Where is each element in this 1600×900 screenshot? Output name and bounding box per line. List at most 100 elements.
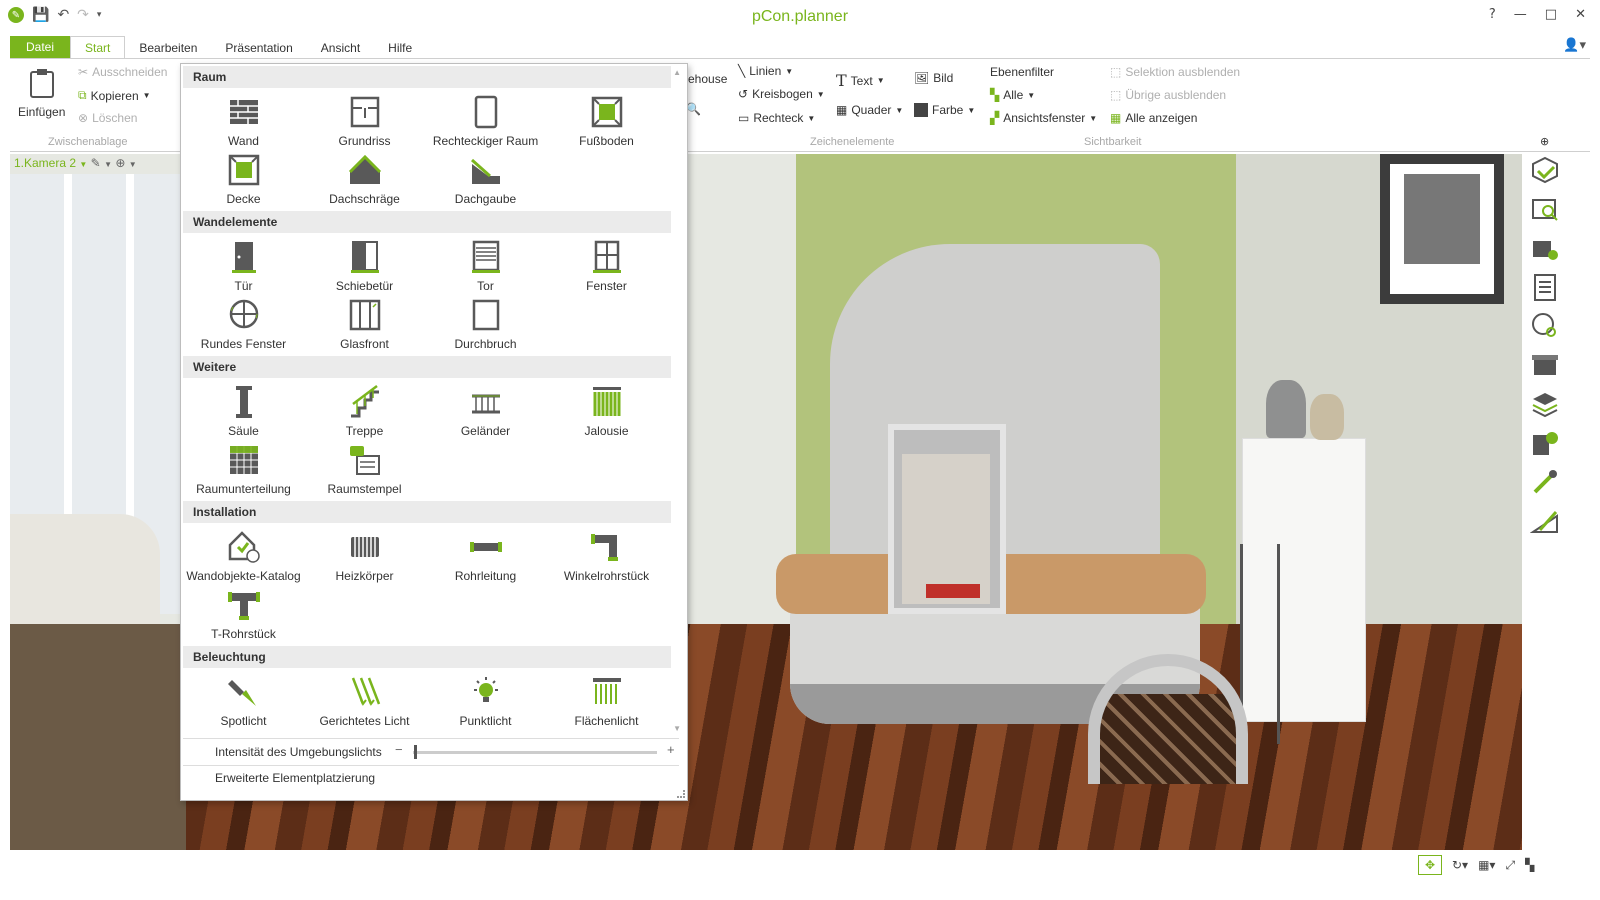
insert-t-rohrstueck-button[interactable]: T-Rohrstück bbox=[183, 585, 304, 643]
show-all-button[interactable]: ▦ Alle anzeigen bbox=[1110, 111, 1197, 125]
delete-button[interactable]: ⊗ Löschen bbox=[78, 111, 137, 125]
insert-dachschraege-button[interactable]: Dachschräge bbox=[304, 150, 425, 208]
cut-button[interactable]: ✂ Ausschneiden bbox=[78, 65, 167, 79]
slider-plus-button[interactable]: + bbox=[667, 742, 675, 757]
material-settings-icon[interactable] bbox=[1529, 427, 1561, 459]
insert-item-label: Dachgaube bbox=[454, 192, 517, 206]
tab-bearbeiten[interactable]: Bearbeiten bbox=[125, 37, 211, 58]
arc-button[interactable]: ↺ Kreisbogen ▼ bbox=[738, 87, 825, 101]
package-settings-icon[interactable] bbox=[1529, 232, 1561, 264]
hide-selection-label: Selektion ausblenden bbox=[1125, 65, 1241, 79]
insert-gelaender-button[interactable]: Geländer bbox=[425, 382, 546, 440]
insert-saeule-button[interactable]: Säule bbox=[183, 382, 304, 440]
minimize-icon[interactable]: — bbox=[1514, 7, 1527, 22]
tab-ansicht[interactable]: Ansicht bbox=[307, 37, 374, 58]
cuboid-button[interactable]: ▦ Quader ▼ bbox=[836, 103, 903, 117]
insert-winkelrohrstueck-button[interactable]: Winkelrohrstück bbox=[546, 527, 667, 585]
insert-glasfront-button[interactable]: Glasfront bbox=[304, 295, 425, 353]
document-list-icon[interactable] bbox=[1529, 271, 1561, 303]
room-division-icon bbox=[229, 446, 258, 474]
hide-selection-button[interactable]: ⬚ Selektion ausblenden bbox=[1110, 65, 1240, 79]
ambient-light-slider[interactable] bbox=[413, 751, 657, 754]
help-icon[interactable]: ? bbox=[1489, 7, 1496, 22]
rotate-tool-icon[interactable]: ↻▾ bbox=[1452, 858, 1468, 872]
insert-heizkoerper-button[interactable]: Heizkörper bbox=[304, 527, 425, 585]
tab-praesentation[interactable]: Präsentation bbox=[211, 37, 306, 58]
insert-item-label: Rundes Fenster bbox=[200, 337, 287, 351]
collapse-ribbon-icon[interactable]: ⊕ bbox=[1540, 135, 1549, 148]
catalog-icon[interactable] bbox=[1529, 154, 1561, 186]
insert-punktlicht-button[interactable]: Punktlicht bbox=[425, 672, 546, 730]
search-catalog-icon[interactable] bbox=[1529, 193, 1561, 225]
insert-gerichtetes-licht-button[interactable]: Gerichtetes Licht bbox=[304, 672, 425, 730]
insert-rechteckiger-raum-button[interactable]: Rechteckiger Raum bbox=[425, 92, 546, 150]
tab-start[interactable]: Start bbox=[70, 36, 126, 58]
insert-fussboden-button[interactable]: Fußboden bbox=[546, 92, 667, 150]
slider-thumb[interactable] bbox=[414, 745, 417, 759]
text-button[interactable]: T Text ▼ bbox=[836, 71, 885, 90]
insert-decke-button[interactable]: Decke bbox=[183, 150, 304, 208]
scroll-up-icon[interactable]: ▲ bbox=[673, 68, 681, 77]
pen-icon[interactable]: ✎ bbox=[91, 156, 101, 170]
insert-dachgaube-button[interactable]: Dachgaube bbox=[425, 150, 546, 208]
clipboard-group-label: Zwischenablage bbox=[48, 136, 128, 148]
globe-search-icon[interactable] bbox=[1529, 310, 1561, 342]
paste-button[interactable]: Einfügen bbox=[18, 67, 65, 119]
ceiling-icon bbox=[228, 154, 259, 186]
layout-icon[interactable]: ▦▾ bbox=[1478, 858, 1495, 872]
insert-treppe-button[interactable]: Treppe bbox=[304, 382, 425, 440]
box-icon[interactable] bbox=[1529, 349, 1561, 381]
pipette-icon[interactable] bbox=[1529, 466, 1561, 498]
insert-grundriss-button[interactable]: Grundriss bbox=[304, 92, 425, 150]
copy-button[interactable]: ⧉ Kopieren ▼ bbox=[78, 88, 151, 103]
rect-button[interactable]: ▭ Rechteck ▼ bbox=[738, 111, 815, 125]
grid-toggle-icon[interactable]: ▚ bbox=[1525, 858, 1534, 872]
view-window-dropdown[interactable]: ▞ Ansichtsfenster ▼ bbox=[990, 111, 1097, 125]
move-tool-icon[interactable]: ✥ bbox=[1418, 855, 1442, 875]
color-button[interactable]: Farbe ▼ bbox=[914, 103, 975, 117]
layer-all-dropdown[interactable]: ▚ Alle ▼ bbox=[990, 88, 1035, 102]
target-icon[interactable]: ⊕ bbox=[115, 156, 125, 170]
grid-measure-icon[interactable] bbox=[1529, 505, 1561, 537]
resize-grip-icon[interactable] bbox=[677, 790, 685, 798]
search-icon[interactable]: 🔍 bbox=[686, 102, 701, 116]
tab-hilfe[interactable]: Hilfe bbox=[374, 37, 426, 58]
insert-spotlicht-button[interactable]: Spotlicht bbox=[183, 672, 304, 730]
insert-tuer-button[interactable]: Tür bbox=[183, 237, 304, 295]
slider-minus-button[interactable]: − bbox=[395, 742, 403, 757]
tab-datei[interactable]: Datei bbox=[10, 36, 71, 58]
insert-schiebetuer-button[interactable]: Schiebetür bbox=[304, 237, 425, 295]
scroll-down-icon[interactable]: ▼ bbox=[673, 724, 681, 733]
fullscreen-icon[interactable]: ⤢ bbox=[1505, 858, 1515, 873]
chevron-down-icon: ▼ bbox=[816, 89, 825, 99]
user-add-icon[interactable]: 👤▾ bbox=[1563, 38, 1586, 53]
layers-icon[interactable] bbox=[1529, 388, 1561, 420]
chevron-down-icon: ▼ bbox=[1089, 113, 1098, 123]
camera-selector[interactable]: 1.Kamera 2 ▼ ✎ ▼ ⊕ ▼ bbox=[14, 156, 137, 170]
advanced-placement-link[interactable]: Erweiterte Elementplatzierung bbox=[215, 771, 375, 785]
image-button[interactable]: 🖼 Bild bbox=[914, 71, 953, 85]
insert-jalousie-button[interactable]: Jalousie bbox=[546, 382, 667, 440]
door-icon bbox=[231, 242, 256, 273]
insert-durchbruch-button[interactable]: Durchbruch bbox=[425, 295, 546, 353]
elbow-pipe-icon bbox=[590, 534, 618, 561]
maximize-icon[interactable]: □ bbox=[1545, 7, 1557, 22]
insert-raumstempel-button[interactable]: Raumstempel bbox=[304, 440, 425, 498]
section-grid-installation: Wandobjekte-Katalog Heizkörper Rohrleitung… bbox=[183, 523, 671, 646]
insert-flaechenlicht-button[interactable]: Flächenlicht bbox=[546, 672, 667, 730]
insert-wandobjekte-katalog-button[interactable]: Wandobjekte-Katalog bbox=[183, 527, 304, 585]
insert-fenster-button[interactable]: Fenster bbox=[546, 237, 667, 295]
lines-button[interactable]: ╲ Linien ▼ bbox=[738, 64, 793, 78]
insert-raumunterteilung-button[interactable]: Raumunterteilung bbox=[183, 440, 304, 498]
insert-wand-button[interactable]: Wand bbox=[183, 92, 304, 150]
hide-selection-icon: ⬚ bbox=[1110, 65, 1122, 79]
insert-item-label: Raumunterteilung bbox=[196, 482, 291, 496]
insert-item-label: Winkelrohrstück bbox=[563, 569, 650, 583]
hide-others-button[interactable]: ⬚ Übrige ausblenden bbox=[1110, 88, 1226, 102]
rect-label: Rechteck bbox=[753, 111, 804, 125]
insert-rohrleitung-button[interactable]: Rohrleitung bbox=[425, 527, 546, 585]
insert-rundes-fenster-button[interactable]: Rundes Fenster bbox=[183, 295, 304, 353]
section-grid-wandelemente: Tür Schiebetür Tor Fenster Rundes Fenster Gla… bbox=[183, 233, 671, 356]
insert-tor-button[interactable]: Tor bbox=[425, 237, 546, 295]
close-icon[interactable]: ✕ bbox=[1575, 7, 1586, 22]
